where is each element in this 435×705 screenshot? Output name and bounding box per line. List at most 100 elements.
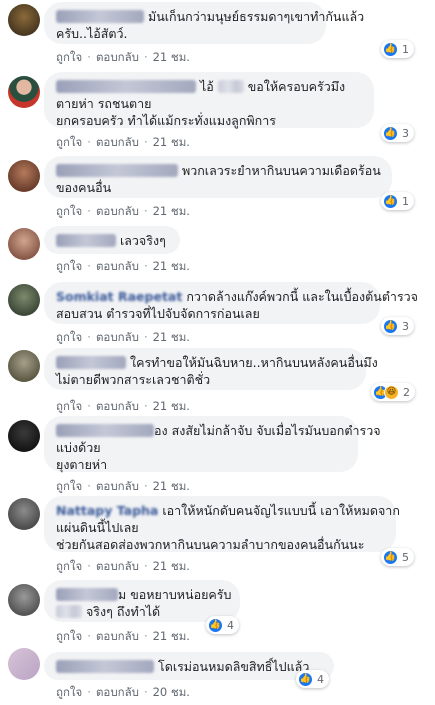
timestamp[interactable]: 21 ชม. [153,204,190,218]
reply-link[interactable]: ตอบกลับ [96,204,139,218]
reaction-summary[interactable]: 👍 4 [206,616,239,634]
reaction-summary[interactable]: 👍 3 [381,317,414,335]
comment-text: ไอ้ [199,79,214,94]
like-icon: 👍 [383,549,398,565]
blurred-name[interactable] [56,80,196,93]
avatar[interactable] [8,284,40,316]
comment-text: โดเรม่อนหมดลิขสิทธิ์ไปแล้ว [157,659,310,674]
comment: Nattapy Tapha เอาให้หนักดับคนจัญไรแบบนี้… [0,494,435,578]
timestamp[interactable]: 21 ชม. [153,330,190,344]
comment-actions: ถูกใจ · ตอบกลับ · 21 ชม. [56,559,190,573]
comment-actions: ถูกใจ · ตอบกลับ · 21 ชม. [56,135,190,149]
comment-text: เลวจริงๆ [119,233,166,248]
like-link[interactable]: ถูกใจ [56,259,82,273]
commenter-name[interactable]: Nattapy Tapha [56,503,158,518]
comment-bubble: ไอ้ ขอให้ครอบครัวมึง ตายห่า รถชนตาย ยกคร… [44,72,374,128]
avatar[interactable] [8,76,40,108]
blurred-name[interactable] [56,234,116,247]
reaction-count: 3 [402,126,409,140]
like-link[interactable]: ถูกใจ [56,629,82,643]
reaction-summary[interactable]: 👍 😆 2 [371,383,415,401]
comment-bubble: อง สงสัยไม่กล้าจับ จับเมื่อไรมันบอกตำรวจ… [44,416,381,472]
avatar[interactable] [8,498,40,530]
timestamp[interactable]: 20 ชม. [153,685,190,699]
reaction-count: 3 [402,319,409,333]
avatar[interactable] [8,4,40,36]
reaction-summary[interactable]: 👍 1 [381,40,414,58]
reaction-summary[interactable]: 👍 5 [381,548,414,566]
reply-link[interactable]: ตอบกลับ [96,559,139,573]
like-icon: 👍 [383,41,398,57]
comment-text: อง [154,423,168,438]
blurred-name[interactable] [56,10,144,23]
comment: อง สงสัยไม่กล้าจับ จับเมื่อไรมันบอกตำรวจ… [0,412,435,494]
timestamp[interactable]: 21 ชม. [153,399,190,413]
blurred-name[interactable] [56,588,118,601]
comment-text: มันเก็นกว่ามนุษย์ธรรมดาๆเขาทำกันแล้ว [147,9,365,24]
comment-bubble: Nattapy Tapha เอาให้หนักดับคนจัญไรแบบนี้… [44,496,400,552]
reply-link[interactable]: ตอบกลับ [96,629,139,643]
reply-link[interactable]: ตอบกลับ [96,50,139,64]
comment-text: ช่วยกันสอดส่องพวกหากินบนความลำบากของคนอื… [56,537,365,552]
timestamp[interactable]: 21 ชม. [153,629,190,643]
reply-link[interactable]: ตอบกลับ [96,259,139,273]
like-link[interactable]: ถูกใจ [56,685,82,699]
reply-link[interactable]: ตอบกลับ [96,330,139,344]
commenter-name[interactable]: Somkiat Raepetat [56,289,182,304]
like-icon: 👍 [383,318,398,334]
comment: ใครทำขอให้มันฉิบหาย..หากินบนหลังคนอื่นมึ… [0,348,435,413]
reaction-count: 1 [402,194,409,208]
reply-link[interactable]: ตอบกลับ [96,479,139,493]
reaction-summary[interactable]: 👍 1 [381,192,414,210]
comment-text: กวาดล้างแก๊งค์พวกนี้ และในเบื้องต้นตำรวจ [186,289,419,304]
reply-link[interactable]: ตอบกลับ [96,685,139,699]
reaction-summary[interactable]: 👍 4 [296,670,329,688]
blurred-name[interactable] [56,660,154,673]
timestamp[interactable]: 21 ชม. [153,50,190,64]
comment-text: ของคนอื่น [56,180,112,195]
comment-text: ตายห่า รถชนตาย [56,96,152,111]
reply-link[interactable]: ตอบกลับ [96,399,139,413]
timestamp[interactable]: 21 ชม. [153,135,190,149]
like-link[interactable]: ถูกใจ [56,204,82,218]
comment-actions: ถูกใจ · ตอบกลับ · 21 ชม. [56,629,190,643]
reaction-summary[interactable]: 👍 3 [381,124,414,142]
reply-link[interactable]: ตอบกลับ [96,135,139,149]
like-link[interactable]: ถูกใจ [56,479,82,493]
like-link[interactable]: ถูกใจ [56,135,82,149]
comment-bubble: มันเก็นกว่ามนุษย์ธรรมดาๆเขาทำกันแล้ว ครั… [44,2,364,44]
avatar[interactable] [8,228,40,260]
like-icon: 👍 [383,125,398,141]
avatar[interactable] [8,648,40,680]
timestamp[interactable]: 21 ชม. [153,479,190,493]
comment-text: พวกเลวระยำหากินบนความเดือดร้อน [181,163,381,178]
blurred-name[interactable] [56,164,178,177]
like-link[interactable]: ถูกใจ [56,559,82,573]
comment-bubble: Somkiat Raepetat กวาดล้างแก๊งค์พวกนี้ แล… [44,282,418,324]
like-icon: 👍 [383,193,398,209]
comment-text: ขอหยาบหน่อยครับ [130,587,232,602]
reaction-count: 2 [403,385,410,399]
avatar[interactable] [8,160,40,192]
comment-text: แบ่งด้วย [56,440,101,455]
like-link[interactable]: ถูกใจ [56,330,82,344]
timestamp[interactable]: 21 ชม. [153,259,190,273]
comment-bubble: เลวจริงๆ [44,226,180,254]
avatar[interactable] [8,350,40,382]
avatar[interactable] [8,420,40,452]
comment-text: ครับ..ไอ้สัตว์. [56,26,128,41]
reaction-count: 5 [402,550,409,564]
avatar[interactable] [8,584,40,616]
blurred-name[interactable] [56,356,126,369]
comment-actions: ถูกใจ · ตอบกลับ · 21 ชม. [56,204,190,218]
comment-text: ยุงตายห่า [56,457,108,472]
comment-text: ขอให้ครอบครัวมึง [247,79,346,94]
reaction-count: 4 [317,672,324,686]
blurred-name[interactable] [56,424,154,437]
comment-text: แผ่นดินนี้ไปเลย [56,520,139,535]
timestamp[interactable]: 21 ชม. [153,559,190,573]
like-link[interactable]: ถูกใจ [56,399,82,413]
like-icon: 👍 [298,671,313,687]
like-link[interactable]: ถูกใจ [56,50,82,64]
comment-text: สงสัยไม่กล้าจับ จับเมื่อไรมันบอกตำรวจ [171,423,381,438]
